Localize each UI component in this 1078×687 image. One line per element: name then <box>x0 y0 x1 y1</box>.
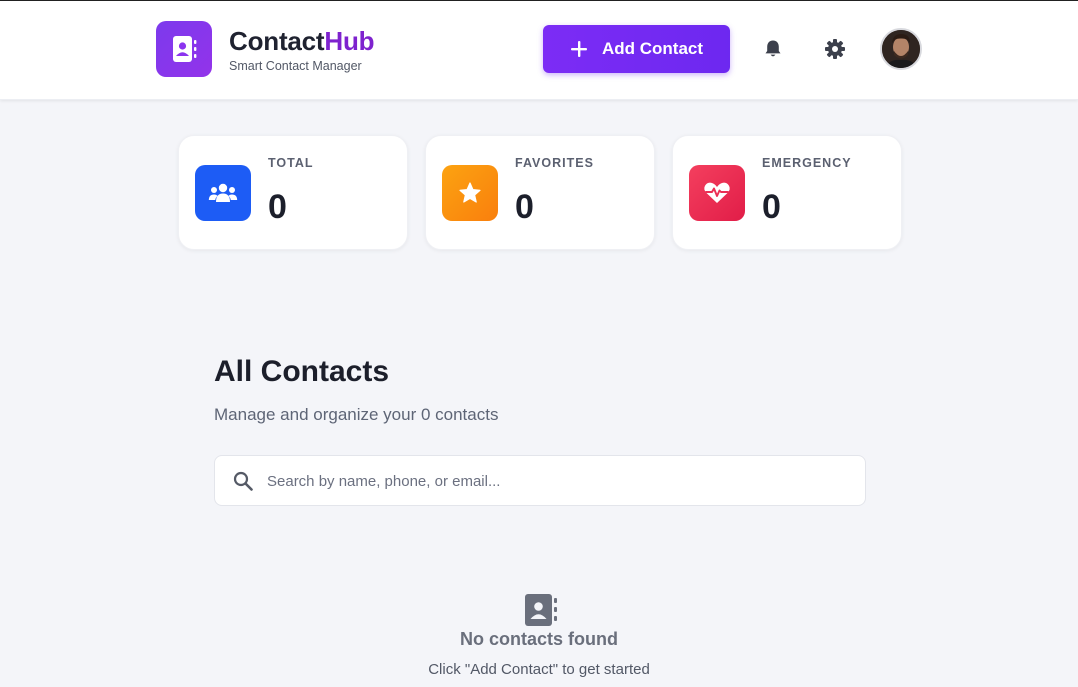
address-book-icon <box>525 594 557 626</box>
brand-name-main: Contact <box>229 26 325 56</box>
brand-name-accent: Hub <box>324 26 375 56</box>
empty-state-subtitle: Click "Add Contact" to get started <box>428 661 650 678</box>
gear-icon <box>825 39 845 59</box>
search-bar[interactable] <box>214 455 866 506</box>
brand-name: ContactHub <box>229 26 375 57</box>
stat-value: 0 <box>762 188 781 226</box>
bell-icon <box>765 40 781 57</box>
stat-icon-total <box>195 165 251 221</box>
search-icon <box>233 471 253 491</box>
stat-label: FAVORITES <box>515 156 594 170</box>
search-input[interactable] <box>267 466 847 496</box>
avatar-image <box>882 30 920 68</box>
page-title: All Contacts <box>214 355 390 388</box>
logo[interactable] <box>156 21 212 77</box>
stat-value: 0 <box>515 188 534 226</box>
empty-state-title: No contacts found <box>460 629 618 649</box>
stat-label: EMERGENCY <box>762 156 852 170</box>
stat-icon-emergency <box>689 165 745 221</box>
brand-subtitle: Smart Contact Manager <box>229 59 362 73</box>
user-avatar[interactable] <box>880 28 922 70</box>
add-contact-button[interactable]: Add Contact <box>543 25 730 73</box>
star-icon <box>459 182 481 203</box>
stat-card-total: TOTAL 0 <box>178 135 408 250</box>
stat-icon-favorites <box>442 165 498 221</box>
stat-card-emergency: EMERGENCY 0 <box>672 135 902 250</box>
app-header: ContactHub Smart Contact Manager Add Con… <box>0 1 1078 100</box>
stat-value: 0 <box>268 188 287 226</box>
settings-button[interactable] <box>821 35 849 63</box>
heart-pulse-icon <box>704 182 730 203</box>
address-book-icon <box>173 36 197 62</box>
plus-icon <box>570 41 587 57</box>
stat-label: TOTAL <box>268 156 314 170</box>
stat-card-favorites: FAVORITES 0 <box>425 135 655 250</box>
page-subtitle: Manage and organize your 0 contacts <box>214 405 499 424</box>
users-icon <box>208 183 238 202</box>
notifications-button[interactable] <box>759 35 787 63</box>
add-contact-label: Add Contact <box>601 39 704 58</box>
